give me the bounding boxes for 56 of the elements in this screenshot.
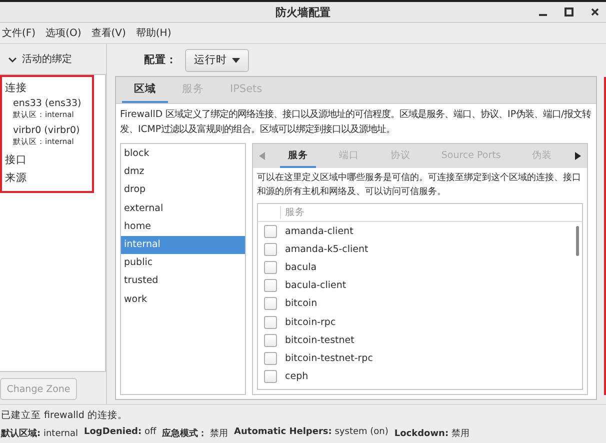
status-message: 已建立至 firewalld 的连接。 xyxy=(1,408,128,422)
checkbox[interactable] xyxy=(264,260,277,274)
menu-item[interactable]: 帮助(H) xyxy=(136,26,172,40)
dropdown-icon xyxy=(232,58,240,62)
binding-category[interactable]: 接口 xyxy=(5,151,92,169)
checkbox[interactable] xyxy=(264,242,277,256)
section-header[interactable]: 活动的绑定 xyxy=(22,52,72,66)
status-item: Automatic Helpers: system (on) xyxy=(234,426,388,438)
checkbox[interactable] xyxy=(264,334,277,347)
service-name: bacula xyxy=(285,262,317,273)
zone-item[interactable]: home xyxy=(121,218,245,236)
chevron-icon[interactable] xyxy=(8,54,17,64)
service-name: bitcoin-testnet xyxy=(285,334,354,346)
connection-name[interactable]: virbr0 (virbr0) xyxy=(13,124,92,137)
zone-item[interactable]: drop xyxy=(121,181,245,200)
status-item: 默认区域: internal xyxy=(1,428,78,440)
checkbox[interactable] xyxy=(264,224,277,238)
scroll-left-icon[interactable] xyxy=(259,152,265,160)
zone-description: FirewallD 区域定义了绑定的网络连接、接口以及源地址的可信程度。区域是服务、端口、协议、IP伪装、端口/报文转发、ICMP过滤以及富规则的组合。区域可以绑定到接口以及源地址。 xyxy=(120,108,592,137)
checkbox[interactable] xyxy=(264,279,277,292)
zone-item[interactable]: work xyxy=(121,290,245,309)
binding-category[interactable]: 连接 xyxy=(5,79,92,97)
menu-item[interactable]: 文件(F) xyxy=(2,26,36,40)
zone-item[interactable]: block xyxy=(121,145,245,164)
checkbox[interactable] xyxy=(264,370,277,384)
service-name: ceph xyxy=(285,371,308,382)
checkbox[interactable] xyxy=(264,316,277,329)
checkbox[interactable] xyxy=(264,297,277,310)
scroll-right-icon[interactable] xyxy=(575,152,581,160)
services-description: 可以在这里定义区域中哪些服务是可信的。可连接至绑定到这个区域的连接、接口和源的所有主机和网络及、可以访问可信服务。 xyxy=(257,171,582,199)
tab[interactable]: 服务 xyxy=(280,144,316,168)
config-label: 配置： xyxy=(144,53,177,67)
tab[interactable]: 区域 xyxy=(122,77,168,103)
status-item: LogDenied: off xyxy=(84,426,156,438)
maximize-icon[interactable] xyxy=(564,7,574,17)
service-name: amanda-k5-client xyxy=(285,244,368,255)
service-name: bitcoin-rpc xyxy=(285,316,336,328)
service-name: bacula-client xyxy=(285,280,346,292)
zone-item[interactable]: dmz xyxy=(121,163,245,182)
checkbox[interactable] xyxy=(264,352,277,365)
binding-category[interactable]: 来源 xyxy=(5,169,92,187)
connection-name[interactable]: ens33 (ens33) xyxy=(13,97,92,110)
close-icon[interactable] xyxy=(590,7,600,17)
window-title: 防火墙配置 xyxy=(276,4,330,20)
scrollbar[interactable] xyxy=(576,226,579,256)
config-dropdown[interactable]: 运行时 xyxy=(185,48,249,72)
menu-item[interactable]: 查看(V) xyxy=(91,26,126,40)
service-name: bitcoin xyxy=(285,298,318,310)
zone-item[interactable]: trusted xyxy=(121,272,245,291)
service-name: bitcoin-testnet-rpc xyxy=(285,352,373,364)
menu-item[interactable]: 选项(O) xyxy=(46,26,82,40)
zone-item[interactable]: external xyxy=(121,200,245,218)
status-item: 应急模式： 禁用 xyxy=(162,427,228,440)
zone-item[interactable]: public xyxy=(121,254,245,272)
status-item: Lockdown: 禁用 xyxy=(394,428,470,440)
service-name: amanda-client xyxy=(285,226,354,237)
